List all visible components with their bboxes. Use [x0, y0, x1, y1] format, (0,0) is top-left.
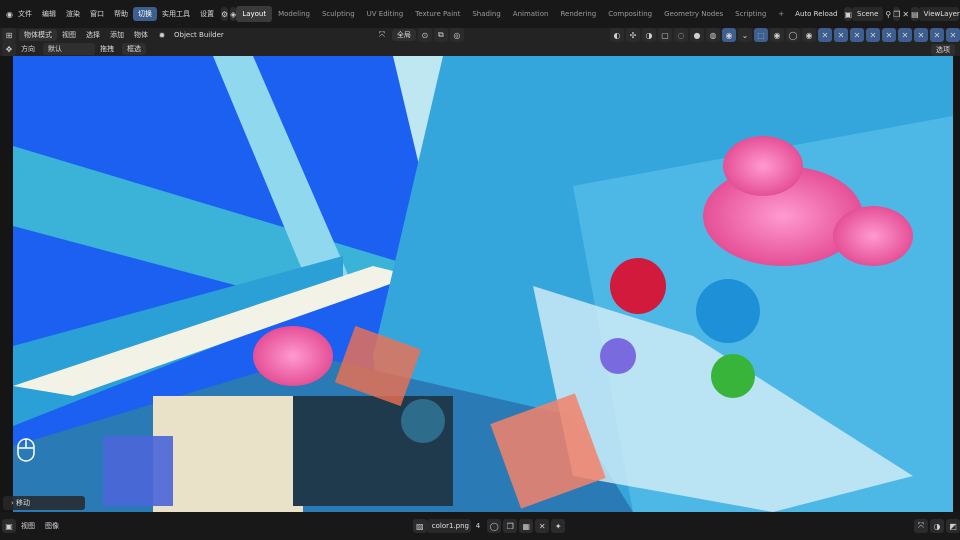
- view-layer-field[interactable]: ViewLayer: [918, 7, 960, 21]
- mode-dropdown[interactable]: 物体模式: [19, 29, 57, 41]
- tab-rendering[interactable]: Rendering: [554, 6, 602, 22]
- transform-orientation-dropdown[interactable]: 全局: [391, 29, 416, 41]
- object-builder-menu[interactable]: Object Builder: [169, 28, 229, 42]
- right-sidebar-strip: [953, 56, 960, 512]
- blender-logo-icon[interactable]: ◉: [6, 7, 13, 21]
- collection-toggle-icon[interactable]: ✕: [818, 28, 832, 42]
- menu-utilities[interactable]: 实用工具: [157, 7, 195, 21]
- restrict-select-icon[interactable]: ⬚: [754, 28, 768, 42]
- menu-view[interactable]: 视图: [16, 519, 40, 533]
- close-icon[interactable]: ✕: [535, 519, 550, 533]
- menu-help[interactable]: 帮助: [109, 7, 133, 21]
- add-workspace-button[interactable]: +: [772, 6, 790, 22]
- tool-settings-bar: ✥ 方向 默认 拖拽 框选: [0, 42, 960, 56]
- scene-icon: ▣: [844, 7, 853, 21]
- pin-icon[interactable]: ✦: [551, 519, 566, 533]
- chevron-right-icon: ›: [11, 499, 14, 507]
- collection-toggle-icon[interactable]: ✕: [834, 28, 848, 42]
- solid-shading-icon[interactable]: ●: [690, 28, 704, 42]
- tab-compositing[interactable]: Compositing: [602, 6, 658, 22]
- snap-icon[interactable]: ⧉: [433, 28, 448, 42]
- gizmo-icon[interactable]: ⤧: [914, 519, 928, 533]
- material-shading-icon[interactable]: ◍: [706, 28, 720, 42]
- menu-select[interactable]: 选择: [81, 28, 105, 42]
- operator-label: 移动: [16, 499, 31, 507]
- viewport-header: ⊞ 物体模式 视图 选择 添加 物体 ✹ Object Builder ⤧ 全局…: [0, 28, 960, 42]
- tab-sculpting[interactable]: Sculpting: [316, 6, 361, 22]
- active-tool-icon[interactable]: ✥: [2, 42, 16, 56]
- proportional-edit-icon[interactable]: ◎: [449, 28, 464, 42]
- menu-add[interactable]: 添加: [105, 28, 129, 42]
- slot-number: 4: [475, 522, 481, 530]
- 3d-viewport[interactable]: [13, 56, 953, 512]
- pivot-icon[interactable]: ⊙: [417, 28, 432, 42]
- menu-switch[interactable]: 切换: [132, 7, 157, 21]
- collection-toggle-icon[interactable]: ✕: [882, 28, 896, 42]
- tab-animation[interactable]: Animation: [507, 6, 555, 22]
- menu-window[interactable]: 窗口: [85, 7, 109, 21]
- visibility-icon[interactable]: ◐: [610, 28, 624, 42]
- render-icon[interactable]: ◯: [786, 28, 800, 42]
- auto-reload-toggle[interactable]: Auto Reload: [790, 7, 842, 21]
- close-icon[interactable]: ✕: [902, 7, 909, 21]
- eye-icon[interactable]: ◉: [802, 28, 816, 42]
- tab-layout[interactable]: Layout: [236, 6, 273, 22]
- collection-toggle-icon[interactable]: ✕: [946, 28, 960, 42]
- open-folder-icon[interactable]: ▦: [519, 519, 534, 533]
- collection-toggle-icon[interactable]: ✕: [930, 28, 944, 42]
- last-operator-panel[interactable]: › 移动: [3, 496, 85, 510]
- fake-user-icon[interactable]: ◯: [487, 519, 502, 533]
- tab-geometry-nodes[interactable]: Geometry Nodes: [658, 6, 729, 22]
- display-channels-icon[interactable]: ◩: [946, 519, 960, 533]
- viewlayer-icon: ▤: [911, 7, 919, 21]
- tab-uv-editing[interactable]: UV Editing: [361, 6, 410, 22]
- collection-toggle-icon[interactable]: ✕: [850, 28, 864, 42]
- wireframe-shading-icon[interactable]: ◌: [674, 28, 688, 42]
- options-dropdown[interactable]: 选项: [931, 44, 955, 56]
- drag-label: 拖拽: [100, 45, 114, 53]
- shading-options-icon[interactable]: ⌄: [738, 28, 752, 42]
- tab-scripting[interactable]: Scripting: [729, 6, 772, 22]
- image-editor-header: ▣ 视图 图像 ▨ color1.png 4 ◯ ❐ ▦ ✕ ✦ ⤧ ◑ ◩: [0, 512, 960, 540]
- menu-file[interactable]: 文件: [13, 7, 37, 21]
- menu-view[interactable]: 视图: [57, 28, 81, 42]
- tab-shading[interactable]: Shading: [466, 6, 506, 22]
- overlay-icon[interactable]: ◑: [642, 28, 656, 42]
- top-menu-bar: ◉ 文件 编辑 渲染 窗口 帮助 切换 实用工具 设置 ⚙ ◈ Layout M…: [0, 0, 960, 28]
- mouse-icon: [16, 437, 36, 463]
- collection-toggle-icon[interactable]: ✕: [914, 28, 928, 42]
- transform-orientation-icon: ⤧: [378, 30, 386, 39]
- collection-toggle-icon[interactable]: ✕: [898, 28, 912, 42]
- camera-icon[interactable]: ◉: [770, 28, 784, 42]
- menu-render[interactable]: 渲染: [61, 7, 85, 21]
- object-builder-icon: ✹: [158, 30, 166, 40]
- collection-toggle-icon[interactable]: ✕: [866, 28, 880, 42]
- gear-icon[interactable]: ⚙: [220, 7, 229, 21]
- tab-modeling[interactable]: Modeling: [272, 6, 316, 22]
- left-toolbar-strip: [0, 56, 13, 512]
- rendered-shading-icon[interactable]: ◉: [722, 28, 736, 42]
- orientation-label: 方向: [21, 45, 35, 53]
- image-name-field[interactable]: color1.png: [426, 519, 471, 533]
- drag-dropdown[interactable]: 框选: [122, 43, 146, 55]
- rendered-scene-image: [13, 56, 953, 512]
- new-image-icon[interactable]: ❐: [503, 519, 518, 533]
- gizmo-icon[interactable]: ✣: [626, 28, 640, 42]
- image-browse-icon[interactable]: ▨: [412, 519, 427, 533]
- scene-field[interactable]: Scene: [852, 7, 884, 21]
- overlay-icon[interactable]: ◑: [930, 519, 944, 533]
- editor-type-icon[interactable]: ▣: [2, 519, 16, 533]
- xray-icon[interactable]: ▢: [658, 28, 672, 42]
- orientation-dropdown[interactable]: 默认: [43, 43, 95, 55]
- new-scene-icon[interactable]: ❐: [893, 7, 901, 21]
- tab-texture-paint[interactable]: Texture Paint: [409, 6, 466, 22]
- menu-object[interactable]: 物体: [129, 28, 153, 42]
- menu-image[interactable]: 图像: [40, 519, 64, 533]
- menu-edit[interactable]: 编辑: [37, 7, 61, 21]
- pin-icon[interactable]: ⚲: [885, 7, 891, 21]
- editor-type-icon[interactable]: ⊞: [2, 28, 16, 42]
- menu-settings[interactable]: 设置: [195, 7, 219, 21]
